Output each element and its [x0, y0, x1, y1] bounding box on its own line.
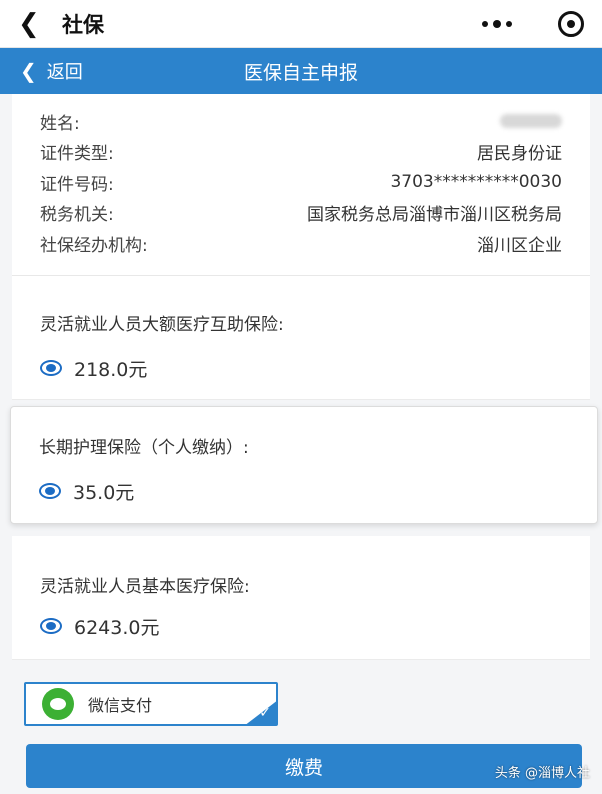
- page: ❮ 社保 ❮ 返回 医保自主申报 姓名: 证件类型: 居民身份证 证件号码: 3…: [0, 0, 602, 794]
- agency-value: 淄川区企业: [477, 235, 562, 256]
- tax-office-label: 税务机关:: [40, 205, 114, 226]
- insurance-label: 灵活就业人员基本医疗保险:: [40, 576, 250, 597]
- insurance-option[interactable]: 6243.0元: [40, 613, 562, 640]
- agency-label: 社保经办机构:: [40, 235, 148, 256]
- wechat-pay-icon: [42, 688, 74, 720]
- back-button[interactable]: ❮ 返回: [20, 58, 83, 84]
- insurance-card-basic-medical: 灵活就业人员基本医疗保险: 6243.0元: [12, 535, 590, 660]
- name-value-redacted: [500, 114, 562, 129]
- target-icon[interactable]: [558, 10, 584, 37]
- page-header: ❮ 返回 医保自主申报: [0, 48, 602, 94]
- radio-selected-icon[interactable]: [39, 483, 61, 499]
- info-row-name: 姓名:: [40, 106, 562, 137]
- insurance-amount: 35.0元: [73, 481, 135, 504]
- app-title: 社保: [62, 12, 104, 37]
- payment-method-wechat[interactable]: 微信支付 ✓: [24, 682, 278, 726]
- insurance-card-large-medical: 灵活就业人员大额医疗互助保险: 218.0元: [12, 275, 590, 400]
- tax-office-value: 国家税务总局淄博市淄川区税务局: [307, 205, 562, 226]
- page-title: 医保自主申报: [243, 61, 358, 84]
- info-row-agency: 社保经办机构: 淄川区企业: [40, 228, 562, 259]
- radio-selected-icon[interactable]: [40, 618, 62, 634]
- payment-method-label: 微信支付: [88, 696, 153, 715]
- info-row-id-type: 证件类型: 居民身份证: [40, 137, 562, 168]
- insurance-label: 灵活就业人员大额医疗互助保险:: [40, 314, 284, 335]
- info-row-id-number: 证件号码: 3703**********0030: [40, 167, 562, 198]
- insurance-option[interactable]: 218.0元: [40, 355, 562, 382]
- person-info-card: 姓名: 证件类型: 居民身份证 证件号码: 3703**********0030…: [12, 94, 590, 276]
- checkmark-icon: ✓: [259, 705, 271, 721]
- back-label: 返回: [46, 62, 83, 83]
- radio-selected-icon[interactable]: [40, 360, 62, 376]
- chevron-left-icon: ❮: [20, 59, 37, 83]
- id-type-value: 居民身份证: [477, 144, 562, 165]
- insurance-label: 长期护理保险（个人缴纳）:: [39, 437, 249, 458]
- name-label: 姓名:: [40, 113, 80, 134]
- insurance-option[interactable]: 35.0元: [39, 478, 569, 505]
- chevron-left-icon[interactable]: ❮: [18, 11, 46, 37]
- insurance-amount: 6243.0元: [74, 616, 160, 639]
- info-row-tax-office: 税务机关: 国家税务总局淄博市淄川区税务局: [40, 198, 562, 229]
- app-bar: ❮ 社保: [0, 0, 602, 48]
- more-dots-icon[interactable]: [482, 19, 512, 28]
- id-number-label: 证件号码:: [40, 174, 114, 195]
- id-number-value: 3703**********0030: [390, 172, 562, 193]
- insurance-card-long-term-care: 长期护理保险（个人缴纳）: 35.0元: [10, 405, 598, 524]
- id-type-label: 证件类型:: [40, 144, 114, 165]
- watermark: 头条 @淄博人社: [494, 766, 590, 781]
- insurance-amount: 218.0元: [74, 358, 148, 381]
